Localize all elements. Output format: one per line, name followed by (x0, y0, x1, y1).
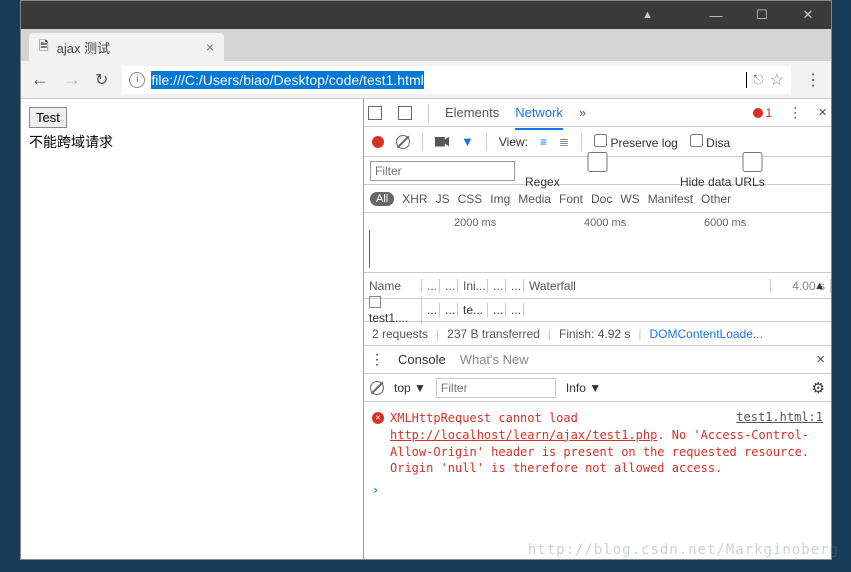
file-icon: 🗎 (39, 37, 49, 58)
error-icon: ✕ (372, 412, 384, 424)
info-icon[interactable]: i (129, 72, 145, 88)
filter-input[interactable] (370, 161, 515, 181)
type-img[interactable]: Img (490, 192, 510, 206)
type-manifest[interactable]: Manifest (648, 192, 693, 206)
type-other[interactable]: Other (701, 192, 731, 206)
col-waterfall[interactable]: Waterfall (524, 279, 771, 293)
error-source[interactable]: test1.html:1 (736, 410, 823, 424)
drawer-close-icon[interactable]: × (816, 351, 825, 368)
network-filter-bar: Regex Hide data URLs (364, 157, 831, 185)
maximize-button[interactable]: ☐ (739, 1, 785, 29)
back-button[interactable]: ← (31, 69, 49, 90)
network-status: 2 requests| 237 B transferred| Finish: 4… (364, 322, 831, 346)
page-content: Test 不能跨域请求 (21, 99, 364, 559)
translate-icon[interactable]: ⎋ (753, 72, 763, 88)
level-selector[interactable]: Info ▼ (566, 381, 601, 395)
file-icon (369, 296, 381, 308)
type-js[interactable]: JS (436, 192, 450, 206)
context-selector[interactable]: top ▼ (394, 381, 426, 395)
tab-strip: 🗎 ajax 测试 × (21, 29, 831, 61)
bookmark-icon[interactable]: ☆ (770, 70, 784, 90)
browser-toolbar: ← → ↻ i file:///C:/Users/biao/Desktop/co… (21, 61, 831, 99)
clear-icon[interactable] (396, 135, 410, 149)
devtools-close-icon[interactable]: × (818, 104, 827, 121)
filter-icon[interactable]: ▼ (461, 134, 474, 149)
capture-icon[interactable] (435, 137, 449, 147)
console-body: test1.html:1 ✕ XMLHttpRequest cannot loa… (364, 402, 831, 505)
console-filter-input[interactable] (436, 378, 556, 398)
drawer-menu-icon[interactable]: ⋮ (370, 351, 384, 368)
type-media[interactable]: Media (518, 192, 551, 206)
devtools-header: Elements Network » 1 ⋮ × (364, 99, 831, 127)
tab-title: ajax 测试 (57, 38, 198, 57)
filter-types: All XHR JS CSS Img Media Font Doc WS Man… (364, 185, 831, 213)
tab-network[interactable]: Network (515, 102, 563, 130)
network-table: Name ...... Ini... ...... Waterfall 4.00… (364, 273, 831, 322)
watermark: http://blog.csdn.net/Markginoberg (528, 542, 839, 558)
type-css[interactable]: CSS (458, 192, 483, 206)
tab-whatsnew[interactable]: What's New (460, 346, 529, 374)
minimize-button[interactable]: — (693, 1, 739, 29)
type-xhr[interactable]: XHR (402, 192, 427, 206)
devtools-panel: Elements Network » 1 ⋮ × ▼ View: ≡ ≣ Pre… (364, 99, 831, 559)
reload-button[interactable]: ↻ (95, 70, 108, 90)
view-label: View: (499, 135, 528, 149)
text-cursor (746, 72, 747, 88)
record-icon[interactable] (372, 136, 384, 148)
scroll-up-icon[interactable]: ▲ (814, 280, 825, 292)
menu-icon[interactable]: ⋮ (805, 70, 821, 90)
timeline-marker (369, 230, 370, 268)
test-button[interactable]: Test (29, 107, 67, 128)
timeline[interactable]: 2000 ms 4000 ms 6000 ms (364, 213, 831, 273)
clear-console-icon[interactable] (370, 381, 384, 395)
table-row[interactable]: test1.... ...... te... ...... (364, 299, 831, 321)
tab-elements[interactable]: Elements (445, 99, 499, 127)
col-initiator[interactable]: Ini... (458, 279, 488, 293)
console-controls: top ▼ Info ▼ ⚙ (364, 374, 831, 402)
page-message: 不能跨域请求 (29, 132, 355, 152)
hide-urls-checkbox[interactable]: Hide data URLs (680, 152, 825, 189)
window-titlebar: ▲ — ☐ ✕ (21, 1, 831, 29)
drawer-tabs: ⋮ Console What's New × (364, 346, 831, 374)
close-tab-icon[interactable]: × (206, 39, 214, 55)
device-icon[interactable] (398, 106, 412, 120)
browser-tab[interactable]: 🗎 ajax 测试 × (29, 33, 224, 61)
disable-cache-checkbox[interactable]: Disa (690, 134, 730, 150)
inspect-icon[interactable] (368, 106, 382, 120)
close-button[interactable]: ✕ (785, 1, 831, 29)
preserve-log-checkbox[interactable]: Preserve log (594, 134, 678, 150)
view-small-icon[interactable]: ≣ (559, 135, 569, 149)
type-doc[interactable]: Doc (591, 192, 612, 206)
regex-checkbox[interactable]: Regex (525, 152, 670, 189)
forward-button[interactable]: → (63, 69, 81, 90)
browser-window: ▲ — ☐ ✕ 🗎 ajax 测试 × ← → ↻ i file:///C:/U… (20, 0, 832, 560)
type-ws[interactable]: WS (620, 192, 639, 206)
table-header: Name ...... Ini... ...... Waterfall 4.00… (364, 273, 831, 299)
view-large-icon[interactable]: ≡ (540, 135, 547, 149)
user-icon[interactable]: ▲ (642, 9, 653, 21)
col-name[interactable]: Name (364, 279, 422, 293)
type-all[interactable]: All (370, 192, 394, 206)
devtools-menu-icon[interactable]: ⋮ (788, 104, 802, 121)
settings-icon[interactable]: ⚙ (812, 379, 825, 397)
url-text: file:///C:/Users/biao/Desktop/code/test1… (151, 72, 710, 88)
tab-console[interactable]: Console (398, 346, 446, 374)
more-tabs-icon[interactable]: » (579, 105, 586, 120)
error-badge[interactable]: 1 (753, 106, 773, 120)
address-bar[interactable]: i file:///C:/Users/biao/Desktop/code/tes… (122, 66, 791, 94)
type-font[interactable]: Font (559, 192, 583, 206)
console-prompt[interactable]: › (372, 483, 823, 497)
